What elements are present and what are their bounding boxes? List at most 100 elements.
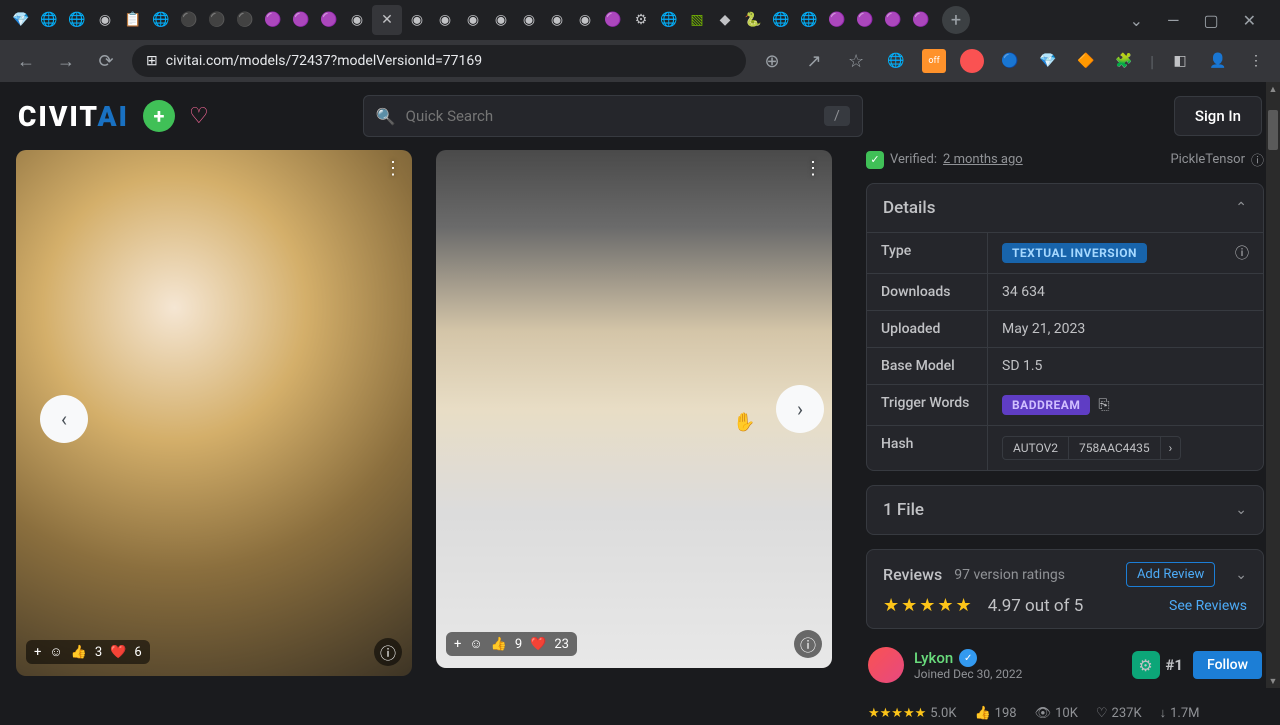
- chevron-down-icon[interactable]: ⌄: [1235, 567, 1247, 583]
- tab-icon[interactable]: ◉: [432, 7, 458, 33]
- add-reaction-icon[interactable]: +: [34, 645, 41, 660]
- avatar[interactable]: [868, 647, 904, 683]
- extension-icon[interactable]: off: [922, 49, 946, 73]
- reaction-bar[interactable]: + ☺ 👍3 ❤️6: [26, 640, 150, 664]
- image-info-button[interactable]: ⓘ: [794, 630, 822, 658]
- tab-icon[interactable]: 🟣: [880, 7, 906, 33]
- thumbs-up-icon[interactable]: 👍: [71, 645, 87, 660]
- tab-icon[interactable]: ◉: [404, 7, 430, 33]
- tab-icon[interactable]: 🌐: [656, 7, 682, 33]
- tab-icon[interactable]: 🟣: [316, 7, 342, 33]
- download-icon: ↓: [1160, 705, 1167, 721]
- extension-icon[interactable]: 🔵: [998, 49, 1022, 73]
- emoji-icon[interactable]: ☺: [49, 644, 62, 660]
- tab-icon[interactable]: ⚫: [232, 7, 258, 33]
- info-icon[interactable]: ⓘ: [1251, 150, 1264, 169]
- image-info-button[interactable]: ⓘ: [374, 638, 402, 666]
- install-app-icon[interactable]: ⊕: [758, 47, 786, 75]
- site-info-icon[interactable]: ⊞: [146, 53, 158, 69]
- tab-icon[interactable]: ◉: [572, 7, 598, 33]
- extension-icon[interactable]: 💎: [1036, 49, 1060, 73]
- chevron-right-icon[interactable]: ›: [1161, 437, 1181, 459]
- scroll-up-icon[interactable]: ▲: [1266, 82, 1280, 96]
- close-window-icon[interactable]: ✕: [1243, 11, 1256, 30]
- chrome-menu-icon[interactable]: ⋮: [1244, 49, 1268, 73]
- add-review-button[interactable]: Add Review: [1126, 562, 1215, 587]
- verified-date[interactable]: 2 months ago: [943, 152, 1023, 167]
- scroll-thumb[interactable]: [1268, 110, 1278, 150]
- copy-icon[interactable]: ⎘: [1098, 397, 1109, 413]
- tab-icon[interactable]: 📋: [120, 7, 146, 33]
- maximize-icon[interactable]: ▢: [1203, 11, 1218, 30]
- follow-button[interactable]: Follow: [1193, 651, 1262, 679]
- tab-icon[interactable]: ◉: [344, 7, 370, 33]
- tab-icon[interactable]: ◉: [544, 7, 570, 33]
- favorites-button[interactable]: ♡: [189, 104, 209, 129]
- tab-icon[interactable]: 🟣: [852, 7, 878, 33]
- back-button[interactable]: ←: [12, 47, 40, 75]
- extension-icon[interactable]: [960, 49, 984, 73]
- tab-icon[interactable]: ⚫: [204, 7, 230, 33]
- gallery-next-button[interactable]: ›: [776, 385, 824, 433]
- tab-icon[interactable]: 🌐: [64, 7, 90, 33]
- tab-active[interactable]: ✕: [372, 5, 402, 35]
- tab-icon[interactable]: ▧: [684, 7, 710, 33]
- tab-icon[interactable]: 🐍: [740, 7, 766, 33]
- image-menu-icon[interactable]: ⋮: [384, 158, 402, 179]
- extension-icon[interactable]: 🔶: [1074, 49, 1098, 73]
- heart-icon[interactable]: ❤️: [530, 637, 546, 652]
- tab-icon[interactable]: 🟣: [600, 7, 626, 33]
- tab-icon[interactable]: 🟣: [908, 7, 934, 33]
- search-input[interactable]: [406, 107, 814, 125]
- extension-icon[interactable]: 🌐: [884, 49, 908, 73]
- gallery-prev-button[interactable]: ‹: [40, 395, 88, 443]
- add-reaction-icon[interactable]: +: [454, 637, 461, 652]
- info-icon[interactable]: ⓘ: [1235, 243, 1249, 263]
- details-header[interactable]: Details ⌃: [867, 184, 1263, 232]
- see-reviews-link[interactable]: See Reviews: [1169, 598, 1247, 614]
- reviews-count: 97 version ratings: [954, 567, 1065, 583]
- tab-icon[interactable]: ◉: [92, 7, 118, 33]
- bookmark-icon[interactable]: ☆: [842, 47, 870, 75]
- page-scrollbar[interactable]: ▲ ▼: [1266, 82, 1280, 688]
- trigger-word-badge[interactable]: BADDREAM: [1002, 395, 1090, 415]
- heart-icon[interactable]: ❤️: [110, 645, 126, 660]
- sign-in-button[interactable]: Sign In: [1174, 96, 1262, 136]
- reaction-bar[interactable]: + ☺ 👍9 ❤️23: [446, 632, 577, 656]
- site-logo[interactable]: CIVITAI: [18, 100, 129, 133]
- extensions-menu-icon[interactable]: 🧩: [1112, 49, 1136, 73]
- tab-icon[interactable]: ◆: [712, 7, 738, 33]
- tab-icon[interactable]: ◉: [460, 7, 486, 33]
- address-bar[interactable]: ⊞ civitai.com/models/72437?modelVersionI…: [132, 45, 746, 77]
- files-panel[interactable]: 1 File ⌄: [866, 485, 1264, 535]
- tab-icon[interactable]: ◉: [516, 7, 542, 33]
- tab-icon[interactable]: 🟣: [260, 7, 286, 33]
- gallery-image[interactable]: ⋮ + ☺ 👍9 ❤️23 ⓘ ›: [436, 150, 832, 668]
- new-tab-button[interactable]: +: [942, 6, 970, 34]
- thumbs-up-icon[interactable]: 👍: [491, 637, 507, 652]
- tab-icon[interactable]: 🌐: [36, 7, 62, 33]
- reload-button[interactable]: ⟳: [92, 47, 120, 75]
- tab-icon[interactable]: 💎: [8, 7, 34, 33]
- forward-button[interactable]: →: [52, 47, 80, 75]
- image-menu-icon[interactable]: ⋮: [804, 158, 822, 179]
- emoji-icon[interactable]: ☺: [469, 636, 482, 652]
- tab-icon[interactable]: 🟣: [288, 7, 314, 33]
- tab-icon[interactable]: ⚙: [628, 7, 654, 33]
- tab-icon[interactable]: 🌐: [768, 7, 794, 33]
- create-button[interactable]: +: [143, 100, 175, 132]
- scroll-down-icon[interactable]: ▼: [1266, 674, 1280, 688]
- profile-icon[interactable]: 👤: [1206, 49, 1230, 73]
- side-panel-icon[interactable]: ◧: [1168, 49, 1192, 73]
- tab-icon[interactable]: ⚫: [176, 7, 202, 33]
- tab-icon[interactable]: 🟣: [824, 7, 850, 33]
- quick-search[interactable]: 🔍 /: [363, 95, 863, 137]
- creator-name[interactable]: Lykon✓: [914, 649, 1022, 667]
- hash-box[interactable]: AUTOV2 758AAC4435 ›: [1002, 436, 1181, 460]
- tab-icon[interactable]: 🌐: [148, 7, 174, 33]
- tab-dropdown-icon[interactable]: ⌄: [1130, 11, 1143, 30]
- tab-icon[interactable]: 🌐: [796, 7, 822, 33]
- minimize-icon[interactable]: —: [1167, 11, 1180, 30]
- tab-icon[interactable]: ◉: [488, 7, 514, 33]
- share-icon[interactable]: ↗: [800, 47, 828, 75]
